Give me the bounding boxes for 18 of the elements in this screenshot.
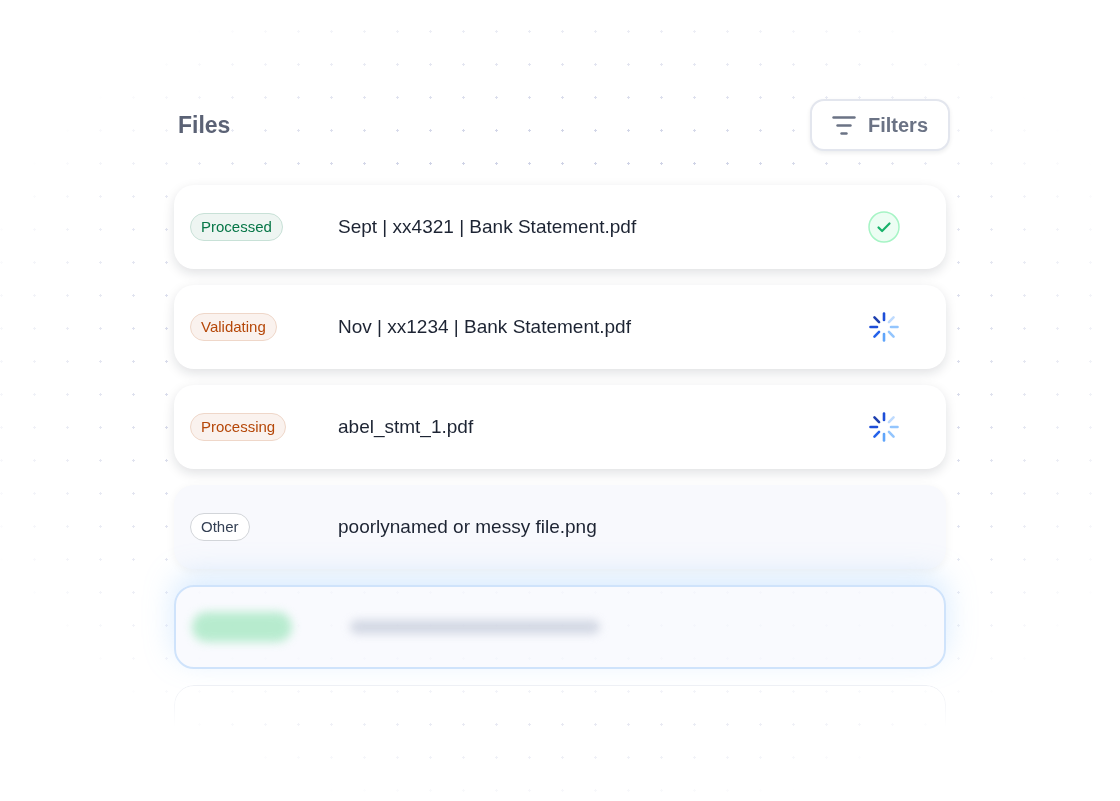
status-tag: Processing	[190, 413, 287, 441]
check-circle-icon	[868, 211, 900, 243]
file-name: Nov | xx1234 | Bank Statement.pdf	[338, 314, 632, 339]
status-tag: Other	[190, 513, 250, 541]
file-name: Sept | xx4321 | Bank Statement.pdf	[338, 214, 638, 239]
file-row[interactable]: Validating Nov | xx1234 | Bank Statement.pdf	[174, 285, 946, 369]
file-row[interactable]: Other poorlynamed or messy file.png	[174, 485, 946, 569]
section-title: Files	[177, 110, 231, 140]
file-name: abel_stmt_1.pdf	[338, 414, 475, 440]
file-name: poorlynamed or messy file.png	[338, 514, 598, 539]
filter-icon	[832, 115, 856, 135]
loading-spinner-icon	[869, 412, 899, 442]
file-row[interactable]: Processing abel_stmt_1.pdf	[174, 385, 946, 469]
file-row[interactable]: Processed Sept | xx4321 | Bank Statement.pdf	[174, 185, 946, 269]
loading-spinner-icon	[869, 312, 899, 342]
status-tag: Processed	[190, 213, 283, 241]
filters-button[interactable]: Filters	[810, 99, 950, 151]
status-tag: Validating	[190, 313, 277, 341]
